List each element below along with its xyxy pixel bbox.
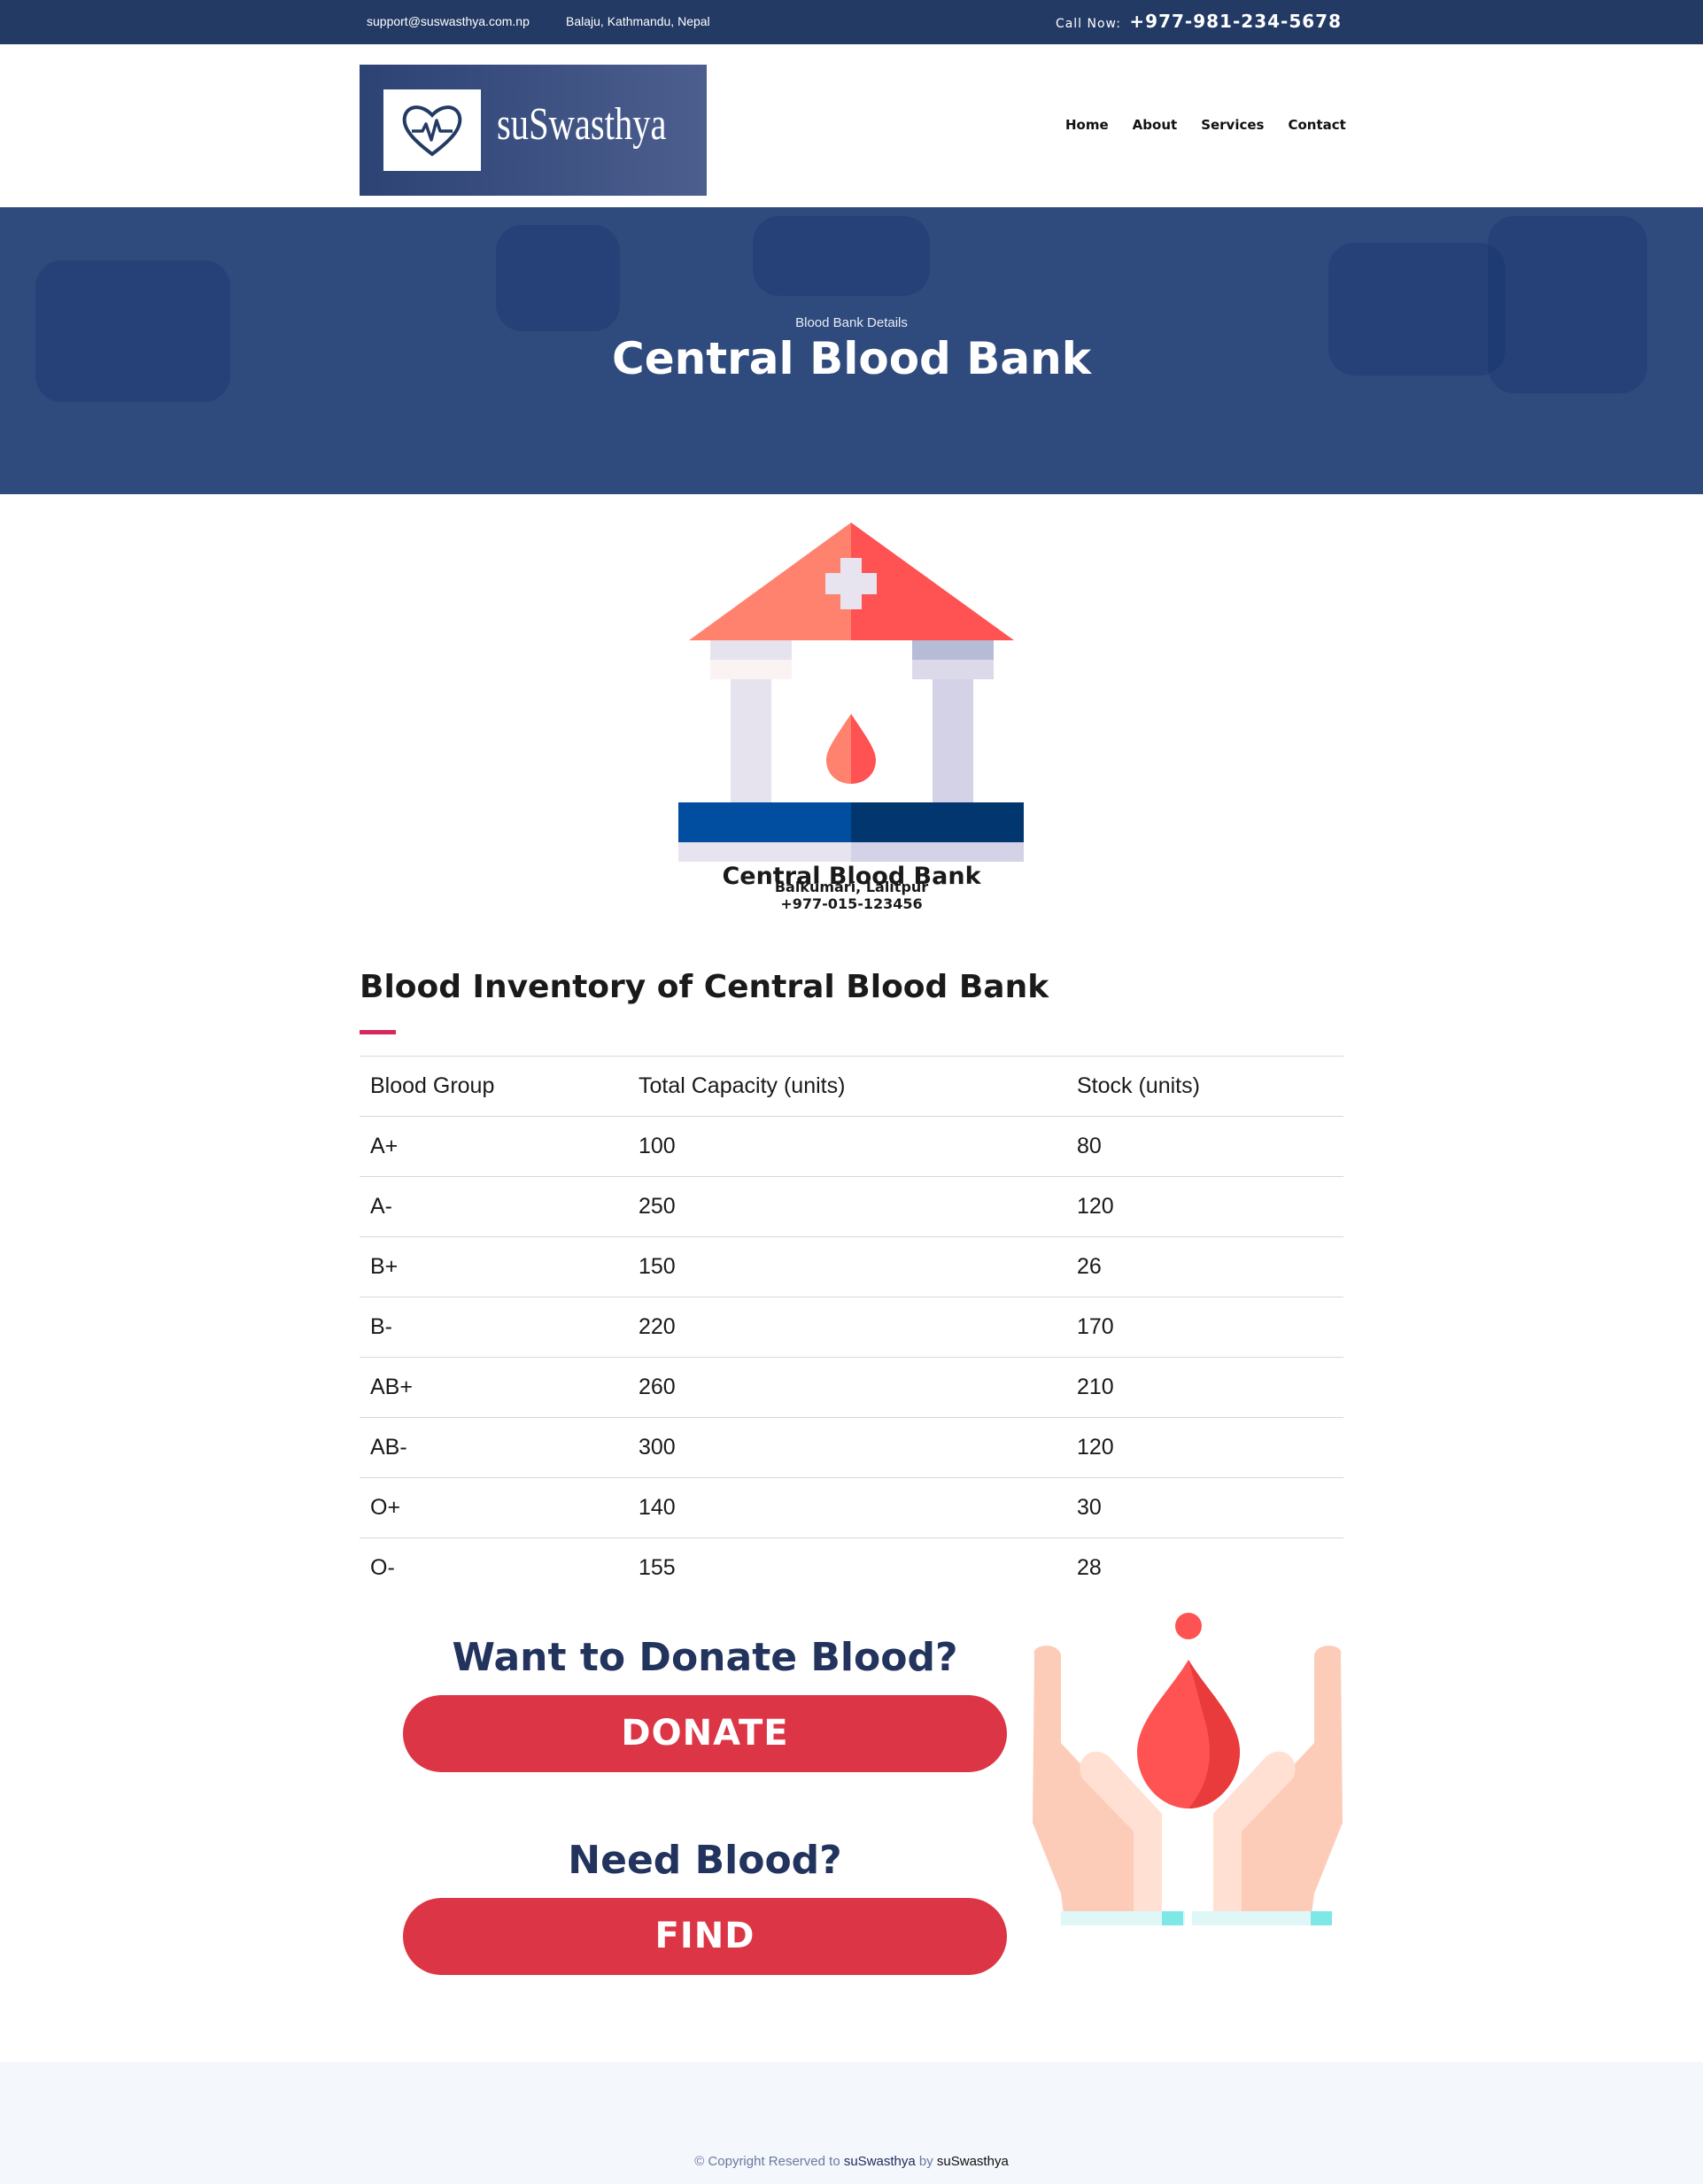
capacity-cell: 260 [628, 1357, 1066, 1418]
find-button[interactable]: FIND [403, 1898, 1007, 1975]
blood-group-cell: O+ [360, 1477, 628, 1538]
stock-cell: 28 [1066, 1537, 1343, 1599]
heart-pulse-icon [383, 89, 481, 171]
copyright-author-link[interactable]: suSwasthya [937, 2154, 1009, 2169]
copyright-prefix: © Copyright Reserved to [694, 2154, 840, 2169]
location-address: Balaju, Kathmandu, Nepal [566, 14, 710, 28]
hands-blood-drop-icon [1029, 1610, 1346, 1925]
nav-about[interactable]: About [1133, 117, 1178, 133]
copyright-by: by [918, 2154, 933, 2169]
blood-group-cell: O- [360, 1537, 628, 1599]
bank-name: Central Blood Bank [722, 863, 981, 890]
title-underline [360, 1030, 396, 1034]
capacity-cell: 150 [628, 1236, 1066, 1297]
table-row: AB+ 260 210 [360, 1357, 1343, 1418]
support-email[interactable]: support@suswasthya.com.np [367, 14, 530, 28]
site-footer: © Copyright Reserved to suSwasthya by su… [0, 2062, 1703, 2184]
nav-home[interactable]: Home [1065, 117, 1109, 133]
call-now-label: Call Now: [1055, 17, 1121, 31]
table-row: B+ 150 26 [360, 1236, 1343, 1297]
blood-group-cell: A+ [360, 1116, 628, 1177]
table-header-row: Blood Group Total Capacity (units) Stock… [360, 1056, 1343, 1117]
hero-subtitle: Blood Bank Details [795, 315, 908, 330]
blood-group-cell: AB- [360, 1417, 628, 1478]
stock-cell: 120 [1066, 1417, 1343, 1478]
stock-cell: 26 [1066, 1236, 1343, 1297]
call-now: Call Now: +977-981-234-5678 [1056, 11, 1342, 32]
stock-cell: 120 [1066, 1176, 1343, 1237]
blood-group-cell: B- [360, 1297, 628, 1358]
stock-cell: 210 [1066, 1357, 1343, 1418]
blood-group-cell: A- [360, 1176, 628, 1237]
call-now-phone[interactable]: +977-981-234-5678 [1129, 11, 1342, 32]
column-header-stock: Stock (units) [1066, 1056, 1343, 1117]
inventory-table: Blood Group Total Capacity (units) Stock… [360, 1056, 1343, 1599]
hero-banner: Blood Bank Details Central Blood Bank [0, 207, 1703, 494]
donate-question: Want to Donate Blood? [452, 1635, 958, 1680]
main-nav: Home About Services Contact [1065, 117, 1370, 133]
logo-text: suSwasthya [497, 99, 667, 150]
capacity-cell: 220 [628, 1297, 1066, 1358]
stock-cell: 80 [1066, 1116, 1343, 1177]
capacity-cell: 140 [628, 1477, 1066, 1538]
inventory-title: Blood Inventory of Central Blood Bank [360, 969, 1049, 1005]
copyright-text: © Copyright Reserved to suSwasthya by su… [0, 2154, 1703, 2169]
table-row: O- 155 28 [360, 1537, 1343, 1599]
blood-bank-building-icon [677, 521, 1026, 864]
need-blood-question: Need Blood? [568, 1838, 842, 1883]
stock-cell: 30 [1066, 1477, 1343, 1538]
capacity-cell: 100 [628, 1116, 1066, 1177]
hero-title: Central Blood Bank [612, 333, 1091, 384]
table-row: A- 250 120 [360, 1176, 1343, 1237]
top-bar: support@suswasthya.com.np Balaju, Kathma… [0, 0, 1703, 44]
table-row: AB- 300 120 [360, 1417, 1343, 1478]
hero-background-shape [753, 216, 930, 296]
table-row: O+ 140 30 [360, 1477, 1343, 1538]
capacity-cell: 155 [628, 1537, 1066, 1599]
stock-cell: 170 [1066, 1297, 1343, 1358]
bank-phone[interactable]: +977-015-123456 [0, 895, 1703, 912]
nav-services[interactable]: Services [1201, 117, 1264, 133]
table-row: B- 220 170 [360, 1297, 1343, 1358]
nav-contact[interactable]: Contact [1288, 117, 1345, 133]
copyright-brand-link[interactable]: suSwasthya [844, 2154, 916, 2169]
column-header-total-capacity: Total Capacity (units) [628, 1056, 1066, 1117]
column-header-blood-group: Blood Group [360, 1056, 628, 1117]
table-row: A+ 100 80 [360, 1116, 1343, 1177]
blood-group-cell: B+ [360, 1236, 628, 1297]
donate-button[interactable]: DONATE [403, 1695, 1007, 1772]
site-header: suSwasthya Home About Services Contact [0, 44, 1703, 207]
blood-group-cell: AB+ [360, 1357, 628, 1418]
capacity-cell: 250 [628, 1176, 1066, 1237]
site-logo[interactable]: suSwasthya [360, 65, 707, 196]
capacity-cell: 300 [628, 1417, 1066, 1478]
